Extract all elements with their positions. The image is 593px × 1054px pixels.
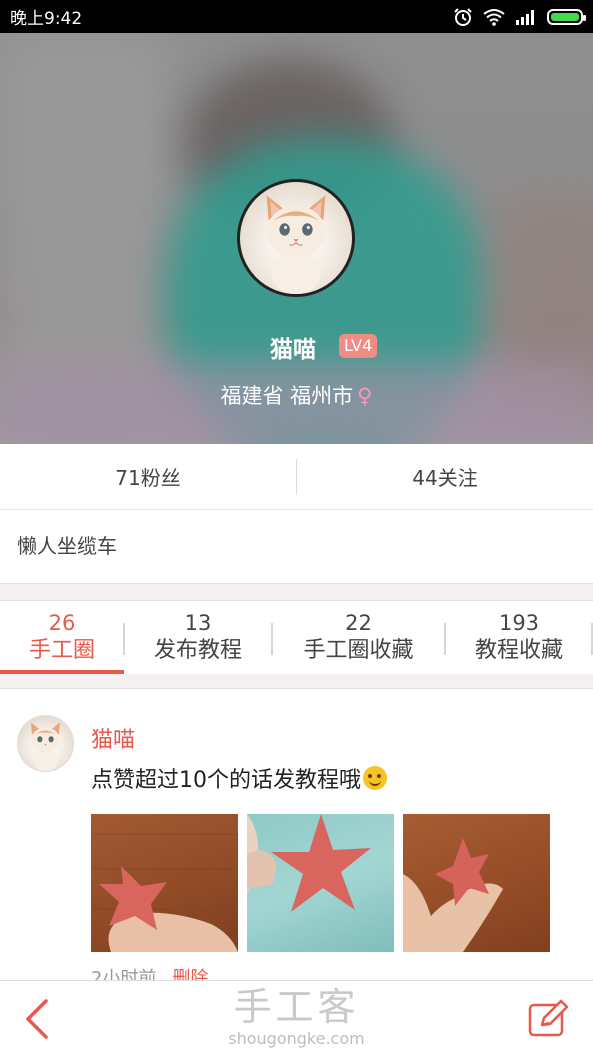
post-author-avatar[interactable] (17, 715, 74, 772)
paper-star-photo (403, 838, 503, 952)
profile-location: 福建省 福州市 ♀ (0, 380, 593, 410)
post-card: 猫喵 点赞超过10个的话发教程哦 2小时前 删除 (0, 690, 593, 980)
following-count-button[interactable]: 44关注 (297, 462, 593, 491)
wifi-icon (483, 8, 505, 26)
back-arrow-icon[interactable] (20, 997, 54, 1041)
avatar[interactable] (237, 179, 355, 297)
kitten-avatar-image (266, 195, 326, 294)
tab-separator (123, 623, 125, 655)
post-text: 点赞超过10个的话发教程哦 (91, 762, 387, 794)
fans-count-button[interactable]: 71粉丝 (0, 462, 296, 491)
level-badge: LV4 (339, 334, 378, 358)
paper-star-photo (247, 814, 371, 912)
edit-icon[interactable] (528, 999, 568, 1037)
tab-count: 26 (48, 611, 76, 635)
profile-name: 猫喵 (270, 337, 316, 363)
post-image[interactable] (91, 814, 238, 952)
tab-label: 手工圈 (28, 638, 95, 663)
battery-icon (547, 8, 586, 25)
section-divider (0, 675, 593, 689)
post-image[interactable] (403, 814, 550, 952)
tab-label: 发布教程 (153, 638, 242, 663)
bottom-toolbar: 手工客 shougongke.com (0, 980, 593, 1054)
watermark: 手工客 shougongke.com (0, 985, 593, 1049)
profile-bio: 懒人坐缆车 (17, 534, 117, 558)
signal-icon (516, 9, 534, 25)
tab-label: 手工圈收藏 (303, 638, 414, 663)
tab-count: 193 (498, 611, 540, 635)
alarm-icon (454, 7, 472, 26)
status-time: 晚上9:42 (10, 9, 83, 29)
post-meta: 2小时前 删除 (91, 968, 208, 980)
status-bar: 晚上9:42 (0, 0, 593, 33)
post-text-content: 点赞超过10个的话发教程哦 (91, 768, 361, 793)
paper-star-photo (91, 833, 238, 952)
tab-published-tutorials[interactable]: 13 发布教程 (124, 601, 272, 674)
post-image[interactable] (247, 814, 394, 952)
tab-label: 教程收藏 (474, 638, 563, 663)
tab-separator (444, 623, 446, 655)
female-gender-icon: ♀ (357, 384, 373, 408)
section-divider (0, 583, 593, 601)
tab-count: 13 (184, 611, 212, 635)
delete-post-button[interactable]: 删除 (172, 968, 208, 980)
watermark-en: shougongke.com (228, 1029, 365, 1048)
tab-count: 22 (345, 611, 372, 635)
status-icons (453, 7, 586, 27)
profile-header-background: 猫喵 LV4 福建省 福州市 ♀ (0, 33, 593, 444)
tab-circle-favorites[interactable]: 22 手工圈收藏 (272, 601, 445, 674)
tab-tutorial-favorites[interactable]: 193 教程收藏 (445, 601, 593, 674)
follow-stats: 71粉丝 44关注 (0, 444, 593, 510)
post-image-grid (91, 814, 550, 952)
location-text: 福建省 福州市 (220, 384, 354, 408)
wink-emoji-icon (363, 766, 387, 790)
tab-separator (271, 623, 273, 655)
post-time: 2小时前 (91, 968, 157, 980)
profile-tabs: 26 手工圈 13 发布教程 22 手工圈收藏 193 教程收藏 (0, 601, 593, 675)
post-author-name[interactable]: 猫喵 (91, 722, 135, 754)
tab-handcraft-circle[interactable]: 26 手工圈 (0, 601, 124, 674)
watermark-cn: 手工客 (233, 985, 360, 1029)
kitten-avatar-image (31, 722, 60, 771)
